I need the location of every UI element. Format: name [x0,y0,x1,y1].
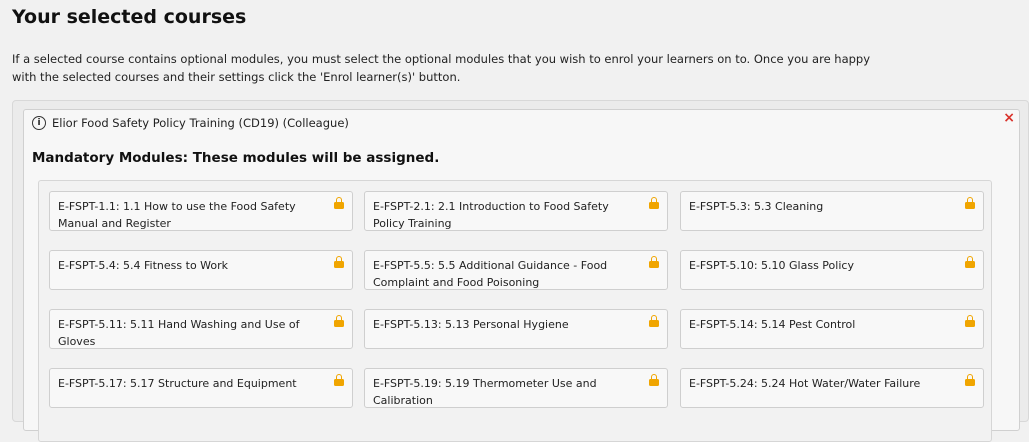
module-card: E-FSPT-5.19: 5.19 Thermometer Use and Ca… [364,368,668,408]
module-label: E-FSPT-2.1: 2.1 Introduction to Food Saf… [373,200,609,230]
intro-text: If a selected course contains optional m… [12,50,1012,86]
lock-icon [649,256,659,268]
module-card: E-FSPT-5.13: 5.13 Personal Hygiene [364,309,668,349]
lock-icon [649,374,659,386]
module-label: E-FSPT-5.5: 5.5 Additional Guidance - Fo… [373,259,608,289]
lock-icon [334,315,344,327]
module-card: E-FSPT-5.17: 5.17 Structure and Equipmen… [49,368,353,408]
module-card: E-FSPT-5.11: 5.11 Hand Washing and Use o… [49,309,353,349]
module-label: E-FSPT-5.4: 5.4 Fitness to Work [58,259,229,272]
module-card: E-FSPT-5.24: 5.24 Hot Water/Water Failur… [680,368,984,408]
module-label: E-FSPT-5.3: 5.3 Cleaning [689,200,824,213]
module-label: E-FSPT-1.1: 1.1 How to use the Food Safe… [58,200,296,230]
module-label: E-FSPT-5.10: 5.10 Glass Policy [689,259,854,272]
mandatory-modules-heading: Mandatory Modules: These modules will be… [32,150,440,166]
lock-icon [965,197,975,209]
module-label: E-FSPT-5.17: 5.17 Structure and Equipmen… [58,377,297,390]
course-name: Elior Food Safety Policy Training (CD19)… [52,116,349,130]
lock-icon [965,315,975,327]
info-icon[interactable]: i [32,116,46,130]
lock-icon [334,197,344,209]
module-label: E-FSPT-5.19: 5.19 Thermometer Use and Ca… [373,377,597,407]
lock-icon [649,315,659,327]
module-card: E-FSPT-5.4: 5.4 Fitness to Work [49,250,353,290]
module-card: E-FSPT-5.5: 5.5 Additional Guidance - Fo… [364,250,668,290]
module-card: E-FSPT-5.3: 5.3 Cleaning [680,191,984,231]
lock-icon [334,374,344,386]
module-card: E-FSPT-5.10: 5.10 Glass Policy [680,250,984,290]
module-card: E-FSPT-1.1: 1.1 How to use the Food Safe… [49,191,353,231]
lock-icon [965,256,975,268]
lock-icon [334,256,344,268]
course-header: i Elior Food Safety Policy Training (CD1… [32,116,349,130]
module-card: E-FSPT-5.14: 5.14 Pest Control [680,309,984,349]
close-icon[interactable]: × [1003,110,1015,126]
lock-icon [649,197,659,209]
module-label: E-FSPT-5.14: 5.14 Pest Control [689,318,856,331]
intro-line-1: If a selected course contains optional m… [12,52,871,66]
lock-icon [965,374,975,386]
module-label: E-FSPT-5.11: 5.11 Hand Washing and Use o… [58,318,300,348]
page-title: Your selected courses [12,6,247,28]
course-card: i Elior Food Safety Policy Training (CD1… [23,109,1020,442]
module-label: E-FSPT-5.24: 5.24 Hot Water/Water Failur… [689,377,921,390]
modules-grid: E-FSPT-1.1: 1.1 How to use the Food Safe… [38,180,992,442]
intro-line-2: with the selected courses and their sett… [12,70,461,84]
module-card: E-FSPT-2.1: 2.1 Introduction to Food Saf… [364,191,668,231]
module-label: E-FSPT-5.13: 5.13 Personal Hygiene [373,318,569,331]
selected-courses-panel: i Elior Food Safety Policy Training (CD1… [12,100,1029,442]
